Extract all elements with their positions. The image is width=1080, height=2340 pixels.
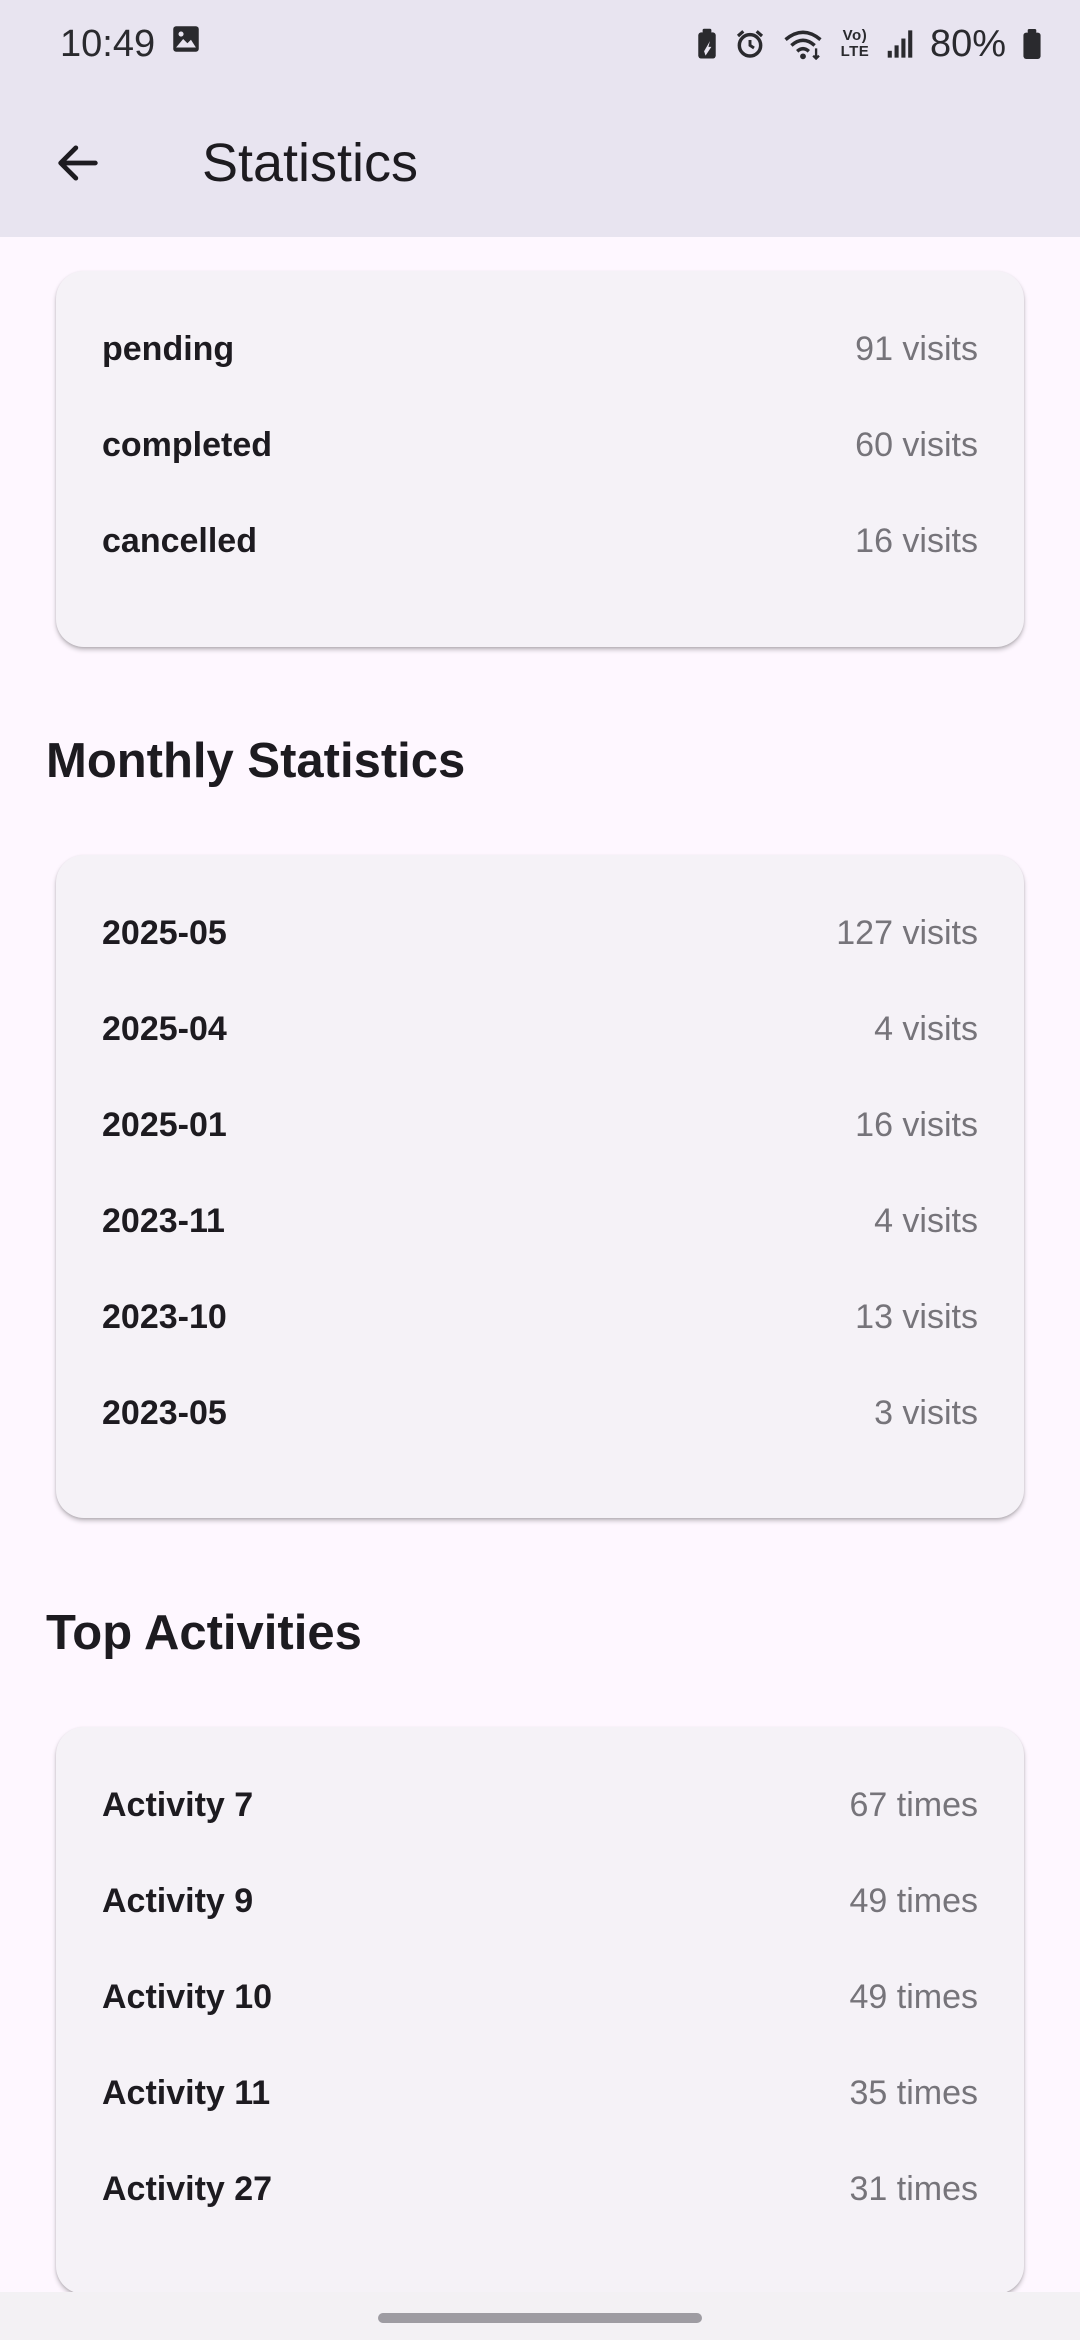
activity-count: 31 times — [849, 2169, 979, 2208]
month-label: 2025-01 — [102, 1105, 227, 1144]
image-icon — [169, 22, 203, 66]
month-count: 16 visits — [855, 1105, 978, 1144]
list-item: Activity 11 35 times — [102, 2045, 978, 2141]
home-gesture-handle[interactable] — [378, 2313, 702, 2323]
list-item: 2023-05 3 visits — [102, 1365, 978, 1461]
list-item: Activity 9 49 times — [102, 1853, 978, 1949]
wifi-icon — [782, 28, 824, 60]
activity-count: 67 times — [849, 1785, 979, 1824]
network-type: Vo) LTE — [840, 27, 870, 60]
list-item: Activity 7 67 times — [102, 1757, 978, 1853]
month-count: 127 visits — [836, 913, 978, 952]
battery-percent: 80% — [929, 22, 1006, 65]
arrow-back-icon — [58, 144, 98, 181]
month-count: 4 visits — [874, 1009, 978, 1048]
battery-icon — [1022, 28, 1042, 60]
status-count: 91 visits — [855, 329, 978, 368]
list-item: 2025-05 127 visits — [102, 885, 978, 981]
month-count: 3 visits — [874, 1393, 978, 1432]
month-count: 4 visits — [874, 1201, 978, 1240]
monthly-statistics-heading: Monthly Statistics — [46, 734, 466, 788]
page-title: Statistics — [202, 132, 419, 193]
list-item: completed 60 visits — [102, 397, 978, 493]
month-label: 2023-10 — [102, 1297, 227, 1336]
battery-saver-icon — [696, 28, 718, 60]
status-bar: 10:49 Vo) LTE 80% — [0, 0, 1080, 88]
status-time: 10:49 — [60, 22, 156, 65]
top-activities-heading: Top Activities — [46, 1606, 362, 1660]
status-count: 60 visits — [855, 425, 978, 464]
list-item: 2023-10 13 visits — [102, 1269, 978, 1365]
status-label: pending — [102, 329, 235, 368]
month-label: 2025-04 — [102, 1009, 227, 1048]
month-count: 13 visits — [855, 1297, 978, 1336]
alarm-icon — [734, 28, 766, 60]
list-item: 2025-04 4 visits — [102, 981, 978, 1077]
activity-label: Activity 10 — [102, 1977, 273, 2016]
status-label: cancelled — [102, 521, 257, 560]
activity-count: 49 times — [849, 1977, 979, 2016]
activity-count: 49 times — [849, 1881, 979, 1920]
list-item: Activity 10 49 times — [102, 1949, 978, 2045]
month-label: 2025-05 — [102, 913, 227, 952]
list-item: 2025-01 16 visits — [102, 1077, 978, 1173]
activity-label: Activity 7 — [102, 1785, 254, 1824]
activity-label: Activity 11 — [102, 2073, 271, 2112]
list-item: pending 91 visits — [102, 301, 978, 397]
status-left: 10:49 — [60, 22, 203, 66]
activity-label: Activity 9 — [102, 1881, 254, 1920]
status-label: completed — [102, 425, 273, 464]
app-bar: Statistics — [0, 88, 1080, 237]
signal-icon — [886, 29, 914, 59]
activity-count: 35 times — [849, 2073, 979, 2112]
list-item: cancelled 16 visits — [102, 493, 978, 589]
month-label: 2023-05 — [102, 1393, 227, 1432]
back-button[interactable] — [38, 123, 118, 203]
list-item: 2023-11 4 visits — [102, 1173, 978, 1269]
list-item: Activity 27 31 times — [102, 2141, 978, 2237]
status-count: 16 visits — [855, 521, 978, 560]
status-card: pending 91 visits completed 60 visits ca… — [56, 271, 1024, 647]
status-right: Vo) LTE 80% — [696, 23, 1042, 66]
monthly-statistics-card: 2025-05 127 visits 2025-04 4 visits 2025… — [56, 855, 1024, 1518]
month-label: 2023-11 — [102, 1201, 225, 1240]
activity-label: Activity 27 — [102, 2169, 273, 2208]
top-activities-card: Activity 7 67 times Activity 9 49 times … — [56, 1727, 1024, 2294]
